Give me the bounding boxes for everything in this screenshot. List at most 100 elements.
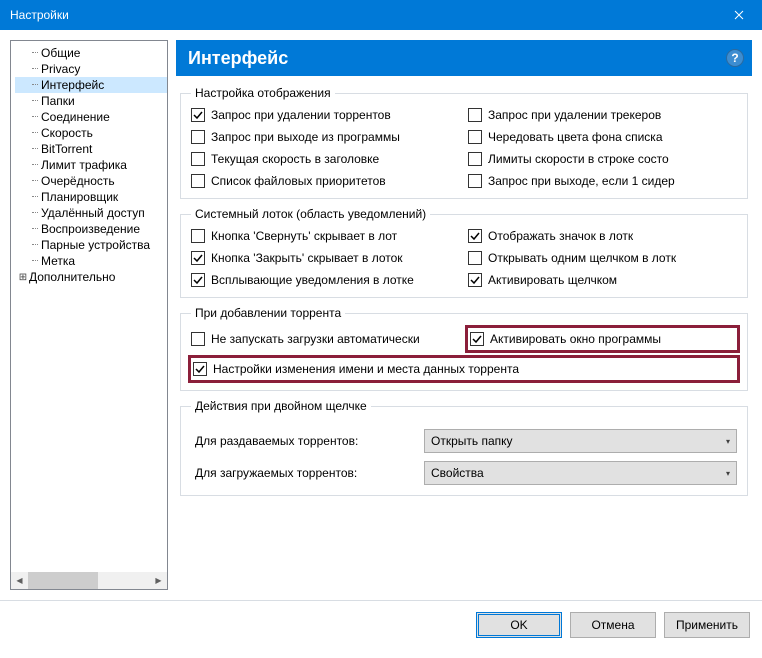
sidebar-item[interactable]: Скорость [15,125,167,141]
form-row: Для раздаваемых торрентов: Открыть папку▾ [191,429,737,453]
group-dblclick: Действия при двойном щелчке Для раздавае… [180,399,748,496]
apply-button[interactable]: Применить [664,612,750,638]
sidebar-item[interactable]: Очерёдность [15,173,167,189]
tree-connector-icon [29,196,41,198]
sidebar-item[interactable]: Соединение [15,109,167,125]
tree-connector-icon [29,84,41,86]
sidebar-item[interactable]: Общие [15,45,167,61]
checkbox[interactable]: Активировать окно программы [470,332,735,346]
sidebar-item[interactable]: Метка [15,253,167,269]
checkbox-box [468,108,482,122]
checkbox-box [468,152,482,166]
checkbox[interactable]: Текущая скорость в заголовке [191,152,460,166]
checkbox-label: Чередовать цвета фона списка [488,130,663,144]
dropdown[interactable]: Открыть папку▾ [424,429,737,453]
tree-connector-icon [29,116,41,118]
checkbox-box [468,130,482,144]
checkbox-label: Запрос при удалении трекеров [488,108,661,122]
sidebar-item-label: Парные устройства [41,238,150,252]
checkbox[interactable]: Не запускать загрузки автоматически [191,328,460,350]
checkbox-box [191,130,205,144]
checkbox-box [468,229,482,243]
sidebar-item-expandable[interactable]: ⊞Дополнительно [15,269,167,285]
section-header: Интерфейс ? [176,40,752,76]
form-row: Для загружаемых торрентов: Свойства▾ [191,461,737,485]
scroll-left-button[interactable]: ◀ [11,572,28,589]
group-display-legend: Настройка отображения [191,86,335,100]
checkbox[interactable]: Отображать значок в лотк [468,229,737,243]
checkbox[interactable]: Открывать одним щелчком в лотк [468,251,737,265]
cancel-button[interactable]: Отмена [570,612,656,638]
dropdown-value: Открыть папку [431,434,726,448]
sidebar-item[interactable]: Планировщик [15,189,167,205]
checkbox[interactable]: Всплывающие уведомления в лотке [191,273,460,287]
help-icon[interactable]: ? [726,49,744,67]
tree-connector-icon [29,164,41,166]
checkbox-box [191,251,205,265]
group-adding-legend: При добавлении торрента [191,306,345,320]
titlebar: Настройки [0,0,762,30]
checkbox-label: Список файловых приоритетов [211,174,386,188]
dropdown[interactable]: Свойства▾ [424,461,737,485]
sidebar-item[interactable]: BitTorrent [15,141,167,157]
tree-connector-icon [29,148,41,150]
checkbox[interactable]: Кнопка 'Закрыть' скрывает в лоток [191,251,460,265]
checkbox-label: Не запускать загрузки автоматически [211,332,420,346]
tree-connector-icon [29,68,41,70]
tree-connector-icon [29,100,41,102]
sidebar-item-label: Удалённый доступ [41,206,145,220]
scroll-right-button[interactable]: ▶ [150,572,167,589]
form-label: Для раздаваемых торрентов: [191,434,416,448]
checkbox-label: Запрос при выходе из программы [211,130,400,144]
check-icon [195,364,205,374]
sidebar-item-label: Папки [41,94,75,108]
dropdown-value: Свойства [431,466,726,480]
checkbox[interactable]: Чередовать цвета фона списка [468,130,737,144]
group-dblclick-legend: Действия при двойном щелчке [191,399,371,413]
tree-connector-icon [29,212,41,214]
tree-connector-icon [29,52,41,54]
checkbox-box [468,251,482,265]
checkbox[interactable]: Лимиты скорости в строке состо [468,152,737,166]
checkbox-box [191,273,205,287]
sidebar-item[interactable]: Парные устройства [15,237,167,253]
checkbox[interactable]: Запрос при выходе из программы [191,130,460,144]
checkbox-label: Запрос при удалении торрентов [211,108,391,122]
tree-connector-icon [29,228,41,230]
chevron-down-icon: ▾ [726,469,730,478]
horizontal-scrollbar[interactable]: ◀ ▶ [11,572,167,589]
highlighted-option: Настройки изменения имени и места данных… [188,355,740,383]
ok-button[interactable]: OK [476,612,562,638]
sidebar-item-label: Соединение [41,110,110,124]
check-icon [470,231,480,241]
checkbox[interactable]: Кнопка 'Свернуть' скрывает в лот [191,229,460,243]
checkbox[interactable]: Настройки изменения имени и места данных… [193,362,735,376]
sidebar-item[interactable]: Воспроизведение [15,221,167,237]
checkbox[interactable]: Запрос при выходе, если 1 сидер [468,174,737,188]
scroll-track[interactable] [28,572,150,589]
sidebar-item[interactable]: Удалённый доступ [15,205,167,221]
sidebar-item-label: Планировщик [41,190,118,204]
sidebar-item[interactable]: Privacy [15,61,167,77]
close-button[interactable] [716,0,762,30]
check-icon [470,275,480,285]
checkbox[interactable]: Список файловых приоритетов [191,174,460,188]
checkbox-box [191,152,205,166]
checkbox[interactable]: Запрос при удалении трекеров [468,108,737,122]
checkbox-label: Кнопка 'Закрыть' скрывает в лоток [211,251,403,265]
checkbox[interactable]: Запрос при удалении торрентов [191,108,460,122]
checkbox-label: Лимиты скорости в строке состо [488,152,669,166]
check-icon [193,253,203,263]
form-label: Для загружаемых торрентов: [191,466,416,480]
checkbox[interactable]: Активировать щелчком [468,273,737,287]
sidebar-item[interactable]: Интерфейс [15,77,167,93]
check-icon [193,275,203,285]
sidebar-item[interactable]: Папки [15,93,167,109]
sidebar-item[interactable]: Лимит трафика [15,157,167,173]
check-icon [472,334,482,344]
scroll-thumb[interactable] [28,572,98,589]
checkbox-label: Настройки изменения имени и места данных… [213,362,519,376]
expand-icon[interactable]: ⊞ [17,272,29,283]
tree-connector-icon [29,260,41,262]
checkbox-box [191,174,205,188]
